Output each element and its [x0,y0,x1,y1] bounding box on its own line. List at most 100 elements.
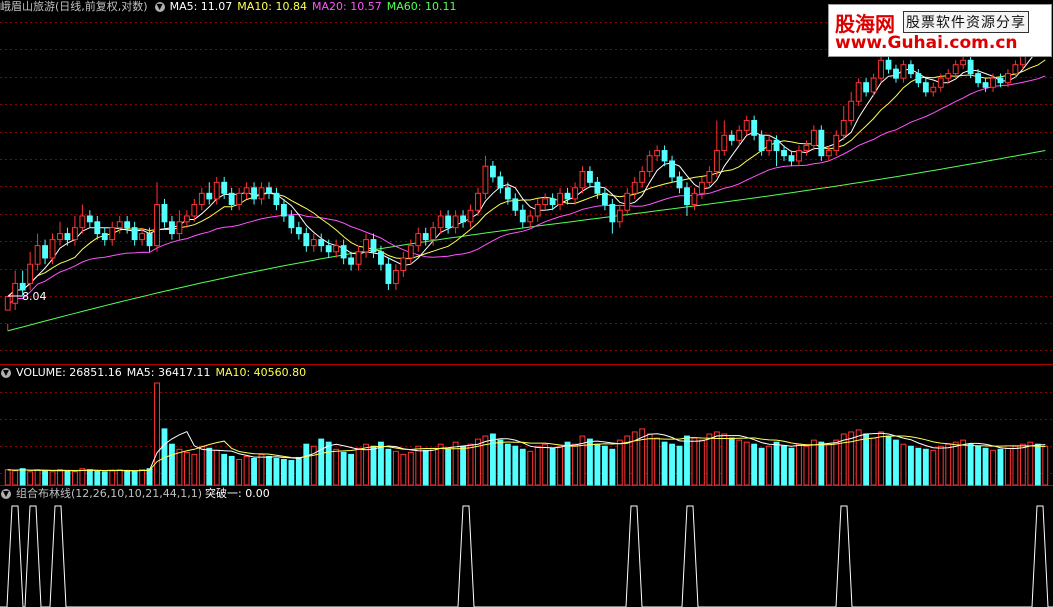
candle-body [109,227,116,241]
candle-body [945,73,952,79]
candle-body [736,129,743,141]
volume-bar [743,441,750,486]
candle-body [997,77,1004,84]
volume-bar [482,435,489,486]
indicator-name: 组合布林线(12,26,10,10,21,44,1,1) [16,487,203,500]
volume-bar [348,453,355,486]
candle-body [94,221,101,235]
volume-bar [937,445,944,486]
candle-body [191,204,198,217]
candle-body [333,245,340,253]
volume-bar [728,437,735,486]
candle-body [855,82,862,102]
volume-bar [183,451,190,486]
candle-body [124,221,131,229]
candle-body [878,59,884,79]
indicator-toggle-icon[interactable]: ▼ [1,489,11,499]
volume-bar [661,441,668,486]
volume-panel-header: ▼ VOLUME: 26851.16 MA5: 36417.11 MA10: 4056… [0,366,311,380]
volume-bar [1027,441,1034,486]
volume-bar [49,471,56,486]
candle-body [236,192,243,206]
candle-body [557,192,564,206]
volume-bar [139,469,146,486]
volume-bar [19,468,26,486]
volume-bar [616,439,623,486]
breakout-signal-path [0,505,1053,607]
candle-body [325,245,332,253]
candle-body [579,171,586,189]
candle-body [258,187,265,200]
candle-body [370,239,377,253]
volume-bar [295,456,302,486]
candle-body [982,82,989,88]
candle-body [990,77,996,88]
volume-bar [810,439,817,486]
candle-body [101,233,108,241]
volume-toggle-icon[interactable]: ▼ [1,368,11,378]
volume-bar [213,449,220,486]
candle-body [863,82,870,93]
volume-bar [109,470,116,486]
volume-bar [557,445,564,486]
candle-body [825,150,832,157]
candle-body [900,64,907,79]
candle-body [497,176,504,189]
volume-bar [467,443,474,486]
candle-body [766,139,773,152]
volume-bar [445,448,452,486]
volume-bar [594,443,601,486]
candle-body [676,176,683,189]
volume-bar [534,445,541,486]
volume-bar [542,443,549,486]
volume-bar [191,453,198,486]
volume-bar [893,439,899,486]
volume-bar [960,439,967,486]
settings-toggle-icon[interactable]: ▼ [154,2,165,12]
volume-bar [870,437,877,486]
stock-chart-canvas[interactable]: 8.04 [0,0,1053,607]
candle-body [893,68,899,79]
candle-body [549,198,556,206]
candle-body [310,239,317,247]
watermark-url: www.Guhai.com.cn [835,33,1018,53]
candle-body [251,187,257,200]
volume-bar [930,449,937,486]
candle-body [922,82,929,93]
volume-bar [684,435,690,486]
candle-body [198,192,205,206]
candle-body [266,187,272,194]
candle-body [631,181,638,194]
candle-body [848,100,855,121]
volume-bar [601,445,608,486]
candle-body [169,221,175,235]
volume-bar [340,451,347,486]
volume-bar [788,447,795,486]
candle-body [975,73,982,84]
volume-bar [489,433,496,486]
candle-body [527,215,534,223]
candle-body [415,233,422,247]
candle-body [773,139,780,152]
volume-bar [318,438,325,486]
candlestick-series [4,18,1049,331]
volume-bar [736,439,743,486]
volume-bar [766,445,773,486]
candle-body [1005,73,1011,84]
candle-body [71,227,78,241]
volume-bar [572,443,578,486]
volume-bar [146,468,153,486]
candle-body [534,204,541,217]
watermark-tagline: 股票软件资源分享 [903,11,1029,33]
candle-body [378,251,384,265]
volume-bar [57,469,63,486]
volume-bar [176,448,183,486]
volume-bar [781,445,787,486]
volume-bar [952,441,959,486]
candle-body [139,233,146,241]
volume-bar [415,445,422,486]
candle-body [907,64,914,75]
volume-bar [654,437,661,486]
volume-bar [863,433,870,486]
volume-bar [721,433,728,486]
